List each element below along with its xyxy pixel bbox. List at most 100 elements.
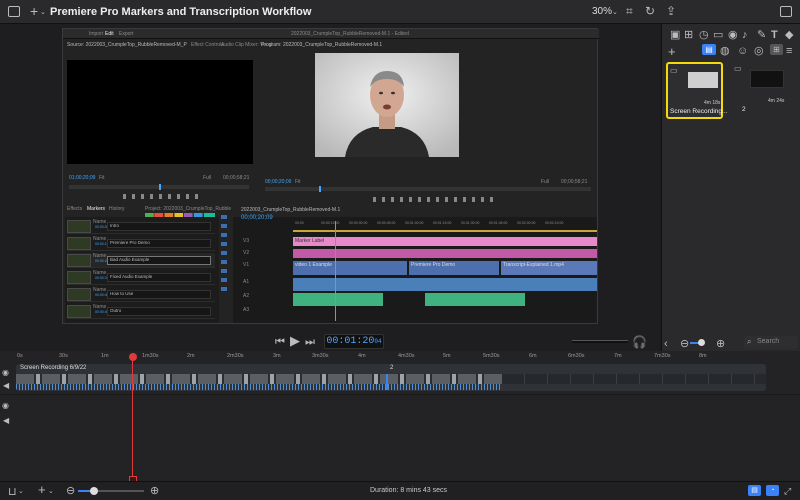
timecode-display[interactable]: 00:01:2004 <box>324 334 384 349</box>
eye-icon[interactable]: ◉ <box>2 367 9 379</box>
source-monitor <box>67 60 253 164</box>
crop-icon[interactable]: ⌗ <box>626 5 633 17</box>
ruler-tick: 3m <box>273 353 281 359</box>
marker-name[interactable]: Premiere Pro Demo <box>107 239 211 248</box>
sidebar-icon[interactable]: ▣ <box>670 29 680 41</box>
project-tab: Project: 2022003_CrumpleTop_RubbleRemove… <box>145 206 231 212</box>
markers-tab: Markers <box>87 206 106 212</box>
layout-icon[interactable]: ⊞ <box>684 29 693 41</box>
playhead[interactable] <box>132 358 133 480</box>
search-input[interactable]: ⌕ Search <box>744 336 798 349</box>
tl-tick-6: 00:01:30:00 <box>461 221 480 225</box>
program-playhead[interactable] <box>319 186 321 192</box>
inspector-toggle-icon[interactable] <box>780 6 792 17</box>
media-item[interactable]: ▭ 4m 24s 2 <box>732 62 789 119</box>
presenter-video-frame <box>315 53 459 157</box>
ruler-tick: 1m30s <box>142 353 159 359</box>
zoom-out-icon[interactable]: ⊖ <box>680 338 689 350</box>
media-tab-icon[interactable]: ▤ <box>702 44 716 55</box>
headphones-icon[interactable]: 🎧 <box>632 336 647 348</box>
effects-tab: Effects <box>67 206 83 212</box>
rotate-icon[interactable]: ↻ <box>645 5 655 17</box>
speed-icon[interactable]: ◔ <box>766 485 779 496</box>
audio-icon[interactable]: ♪ <box>742 29 748 41</box>
video-clip[interactable]: Transcript-Explained 1.mp4 <box>501 261 597 275</box>
marker-name[interactable]: How to Use <box>107 290 211 299</box>
timeline-zoom-track[interactable] <box>94 490 144 492</box>
ruler-tick: 4m30s <box>398 353 415 359</box>
zoom-level[interactable]: 30% <box>592 6 612 17</box>
shapes-icon[interactable]: ◆ <box>785 29 793 41</box>
program-full: Full <box>541 179 550 185</box>
marker-row[interactable]: Name 00:00:22:08 Bad Audio Example <box>67 253 215 268</box>
marker-name[interactable]: Bad Audio Example <box>107 256 211 265</box>
list-view-icon[interactable]: ≡ <box>786 45 792 57</box>
magnet-icon[interactable]: ⊔ <box>8 486 17 498</box>
effects-icon[interactable]: ◎ <box>754 45 764 57</box>
marker-row[interactable]: Name 00:00:31:14 Fixed Audio Example <box>67 270 215 285</box>
user-icon[interactable]: ◍ <box>720 45 730 57</box>
chevron-down-icon[interactable]: ⌄ <box>48 486 54 498</box>
monitor-icon[interactable]: ▭ <box>713 29 723 41</box>
zoom-out-icon[interactable]: ⊖ <box>66 485 75 497</box>
history-tab: History <box>109 206 125 212</box>
pp-playhead[interactable] <box>335 221 336 321</box>
chevron-left-icon[interactable]: ‹ <box>664 338 668 350</box>
zoom-in-icon[interactable]: ⊕ <box>150 485 159 497</box>
camera-icon[interactable]: ◉ <box>728 29 738 41</box>
timecode-frames: 04 <box>374 338 382 345</box>
audio-clip[interactable] <box>425 293 525 306</box>
media-title: 2 <box>742 106 746 113</box>
marker-thumbnail <box>67 288 91 301</box>
media-item-selected[interactable]: ▭ 4m 18s Screen Recording... <box>666 62 727 119</box>
chevron-down-icon[interactable]: ⌄ <box>612 7 618 19</box>
search-icon: ⌕ <box>747 337 752 346</box>
fast-forward-icon[interactable]: ⏭ <box>305 336 315 348</box>
program-timecode: 00;00;20;09 <box>265 179 292 185</box>
program-scrubber[interactable] <box>265 187 591 191</box>
add-media-icon[interactable]: + <box>668 45 676 58</box>
source-playhead[interactable] <box>159 184 161 190</box>
share-icon[interactable]: ⇪ <box>666 5 676 17</box>
audio-icon[interactable]: ◀ <box>3 415 9 427</box>
marker-row[interactable]: Name 00:00:02:10 Intro <box>67 219 215 234</box>
audio-icon[interactable]: ◀ <box>3 380 9 392</box>
marker-row[interactable]: Name 00:00:13:01 Premiere Pro Demo <box>67 236 215 251</box>
sidebar-toggle-icon[interactable] <box>8 6 20 17</box>
timecode-main: 00:01:20 <box>326 336 375 347</box>
captions-icon[interactable]: ▤ <box>748 485 761 496</box>
fullscreen-icon[interactable]: ⤢ <box>784 485 791 497</box>
chevron-down-icon[interactable]: ⌄ <box>40 7 46 19</box>
pen-icon[interactable]: ✎ <box>757 29 766 41</box>
video-clip[interactable]: video 1 Example <box>293 261 407 275</box>
tool-palette[interactable] <box>221 215 227 295</box>
rewind-icon[interactable]: ⏮ <box>275 336 285 348</box>
marker-name[interactable]: Outro <box>107 307 211 316</box>
source-duration: 00;00;58;21 <box>223 175 250 181</box>
screen-recording-clip[interactable]: Screen Recording 6/9/22 2 <box>16 364 766 391</box>
eye-icon[interactable]: ◉ <box>2 400 9 412</box>
add-icon[interactable]: + <box>30 4 38 18</box>
source-transport-controls[interactable] <box>123 194 203 199</box>
face-icon[interactable]: ☺ <box>737 45 748 57</box>
playhead-handle[interactable] <box>129 353 137 361</box>
zoom-in-icon[interactable]: ⊕ <box>716 338 725 350</box>
pink-marker-clip[interactable]: Marker Label <box>293 237 597 246</box>
audio-clip[interactable] <box>293 293 383 306</box>
audio-clip[interactable] <box>293 278 597 291</box>
marker-name[interactable]: Fixed Audio Example <box>107 273 211 282</box>
zoom-slider-knob[interactable] <box>698 339 705 346</box>
timeline-zoom-knob[interactable] <box>90 487 98 495</box>
grid-view-icon[interactable]: ⊞ <box>770 44 783 55</box>
play-icon[interactable]: ▶ <box>290 334 300 347</box>
text-icon[interactable]: T <box>771 29 778 41</box>
program-transport-controls[interactable] <box>373 197 493 202</box>
marker-row[interactable]: Name 00:00:40:03 How to Use <box>67 287 215 302</box>
history-icon[interactable]: ◷ <box>699 29 709 41</box>
marker-row[interactable]: Name 00:00:49:20 Outro <box>67 304 215 319</box>
chevron-down-icon[interactable]: ⌄ <box>18 486 24 498</box>
video-clip[interactable]: Premiere Pro Demo <box>409 261 499 275</box>
add-icon[interactable]: + <box>38 483 46 496</box>
pink-clip[interactable] <box>293 249 597 258</box>
marker-name[interactable]: Intro <box>107 222 211 231</box>
